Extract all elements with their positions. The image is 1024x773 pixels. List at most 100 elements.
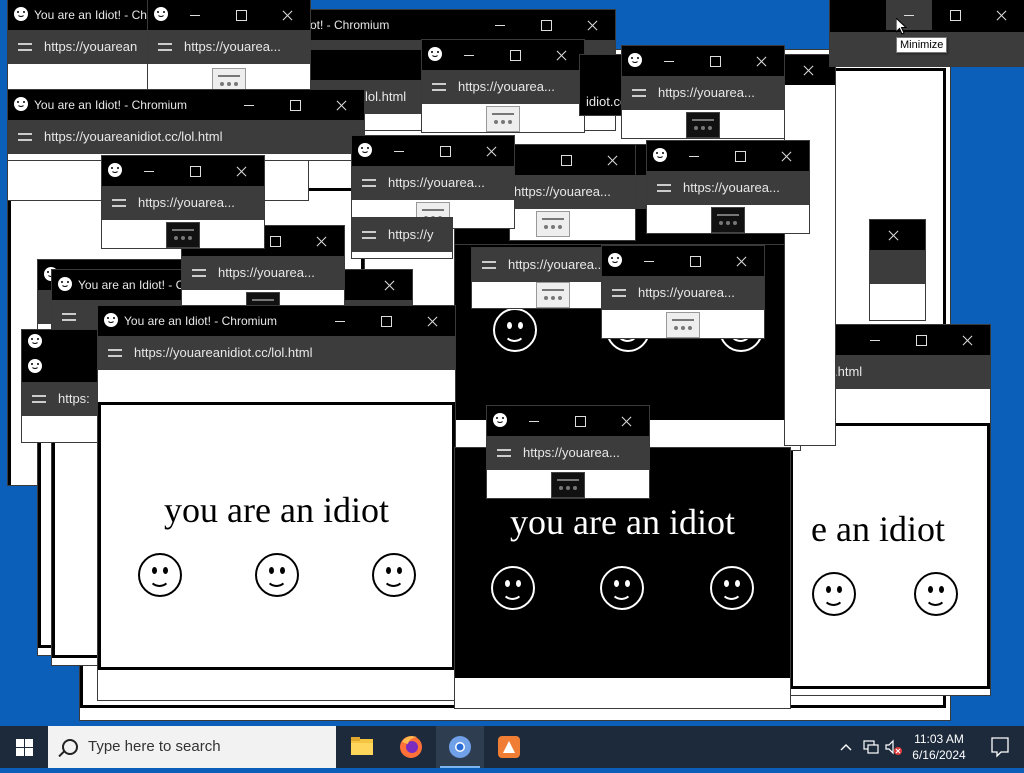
maximize-button[interactable] xyxy=(422,136,468,166)
maximize-button[interactable] xyxy=(717,141,763,171)
site-settings-icon[interactable] xyxy=(632,86,646,100)
url-text[interactable]: https://youarea... xyxy=(458,70,576,104)
browser-window[interactable]: https://youarea... xyxy=(510,145,635,240)
minimize-button[interactable] xyxy=(477,10,523,40)
minimize-button[interactable] xyxy=(886,0,932,30)
url-text[interactable]: https://youarea... xyxy=(138,186,256,220)
title-bar[interactable] xyxy=(148,0,310,30)
close-button[interactable] xyxy=(218,156,264,186)
title-bar[interactable] xyxy=(487,406,649,436)
maximize-button[interactable] xyxy=(363,306,409,336)
minimize-button[interactable] xyxy=(376,136,422,166)
browser-window[interactable]: https://youarea... xyxy=(487,406,649,498)
close-button[interactable] xyxy=(589,145,635,175)
firefox-button[interactable] xyxy=(387,726,435,768)
browser-window[interactable]: You are an Idiot! - Chromium https://you… xyxy=(8,90,364,160)
close-button[interactable] xyxy=(718,246,764,276)
title-bar[interactable]: You are an Idiot! - Chromium xyxy=(8,90,364,120)
url-text[interactable]: https://youarea... xyxy=(184,30,302,64)
title-bar[interactable] xyxy=(785,55,835,85)
url-text[interactable]: https://youarea... xyxy=(388,166,506,200)
minimize-button[interactable] xyxy=(646,46,692,76)
chevron-up-icon[interactable] xyxy=(838,739,854,755)
site-settings-icon[interactable] xyxy=(158,40,172,54)
address-bar[interactable]: https://youarea... xyxy=(352,166,514,200)
title-bar[interactable] xyxy=(602,246,764,276)
maximize-button[interactable] xyxy=(672,246,718,276)
url-text[interactable]: https://youareanidiot.cc/lol.html xyxy=(134,336,447,370)
title-bar[interactable] xyxy=(647,141,809,171)
browser-window[interactable]: https://youarea... xyxy=(102,156,264,248)
start-button[interactable] xyxy=(0,726,48,768)
title-bar[interactable]: You are an Idiot! - Chromium xyxy=(98,306,455,336)
url-text[interactable]: https://youarea... xyxy=(218,256,336,290)
title-bar[interactable] xyxy=(352,136,514,166)
site-settings-icon[interactable] xyxy=(612,286,626,300)
close-button[interactable] xyxy=(569,10,615,40)
maximize-button[interactable] xyxy=(523,10,569,40)
maximize-button[interactable] xyxy=(218,0,264,30)
address-bar[interactable]: https://youareanidiot.cc/lol.html xyxy=(98,336,455,370)
minimize-button[interactable] xyxy=(126,156,172,186)
url-text[interactable]: https://y xyxy=(388,218,444,252)
url-text[interactable]: lol.html xyxy=(365,80,417,114)
minimize-button[interactable] xyxy=(317,306,363,336)
minimize-button[interactable] xyxy=(226,90,272,120)
address-bar[interactable]: https://youarea... xyxy=(510,175,635,209)
site-settings-icon[interactable] xyxy=(18,40,32,54)
site-settings-icon[interactable] xyxy=(482,258,496,272)
browser-window[interactable]: https://y xyxy=(352,218,452,258)
minimize-button[interactable] xyxy=(446,40,492,70)
close-button[interactable] xyxy=(366,270,412,300)
site-settings-icon[interactable] xyxy=(362,176,376,190)
close-button[interactable] xyxy=(978,0,1024,30)
maximize-button[interactable] xyxy=(272,90,318,120)
site-settings-icon[interactable] xyxy=(108,346,122,360)
site-settings-icon[interactable] xyxy=(497,446,511,460)
maximize-button[interactable] xyxy=(543,145,589,175)
address-bar[interactable]: https://youareanidiot.cc/lol.html xyxy=(8,120,364,154)
maximize-button[interactable] xyxy=(692,46,738,76)
title-bar[interactable] xyxy=(422,40,584,70)
browser-window[interactable]: https://youarea... xyxy=(148,0,310,92)
maximize-button[interactable] xyxy=(932,0,978,30)
minimize-button[interactable] xyxy=(671,141,717,171)
title-bar[interactable]: romium xyxy=(295,50,425,80)
site-settings-icon[interactable] xyxy=(362,228,376,242)
close-button[interactable] xyxy=(538,40,584,70)
close-button[interactable] xyxy=(944,325,990,355)
maximize-button[interactable] xyxy=(898,325,944,355)
site-settings-icon[interactable] xyxy=(62,310,76,324)
address-bar[interactable]: https://youarea... xyxy=(487,436,649,470)
browser-window[interactable]: https://youarea... xyxy=(602,246,764,338)
close-button[interactable] xyxy=(468,136,514,166)
close-button[interactable] xyxy=(318,90,364,120)
browser-window[interactable]: https://youarea... xyxy=(352,136,514,228)
site-settings-icon[interactable] xyxy=(657,181,671,195)
address-bar[interactable] xyxy=(870,250,925,284)
address-bar[interactable]: https://youarea... xyxy=(182,256,344,290)
taskbar-clock[interactable]: 11:03 AM 6/16/2024 xyxy=(904,731,974,763)
address-bar[interactable]: https://youarea... xyxy=(102,186,264,220)
address-bar[interactable]: https://youarea... xyxy=(622,76,784,110)
url-text[interactable]: https://youarea... xyxy=(638,276,756,310)
maximize-button[interactable] xyxy=(492,40,538,70)
maximize-button[interactable] xyxy=(172,156,218,186)
url-text[interactable]: https://youarea... xyxy=(658,76,776,110)
site-settings-icon[interactable] xyxy=(432,80,446,94)
minimize-button[interactable] xyxy=(172,0,218,30)
address-bar[interactable]: https://youarea... xyxy=(647,171,809,205)
close-button[interactable] xyxy=(409,306,455,336)
url-text[interactable]: https://youarea... xyxy=(683,171,801,205)
title-bar[interactable] xyxy=(510,145,635,175)
title-bar[interactable] xyxy=(102,156,264,186)
maximize-button[interactable] xyxy=(557,406,603,436)
close-button[interactable] xyxy=(738,46,784,76)
browser-window[interactable]: https://youarea... xyxy=(647,141,809,233)
close-button[interactable] xyxy=(870,220,925,250)
chromium-button[interactable] xyxy=(436,726,484,768)
address-bar[interactable]: https://youarea... xyxy=(148,30,310,64)
close-button[interactable] xyxy=(763,141,809,171)
minimize-button[interactable] xyxy=(511,406,557,436)
browser-window[interactable] xyxy=(870,220,925,320)
